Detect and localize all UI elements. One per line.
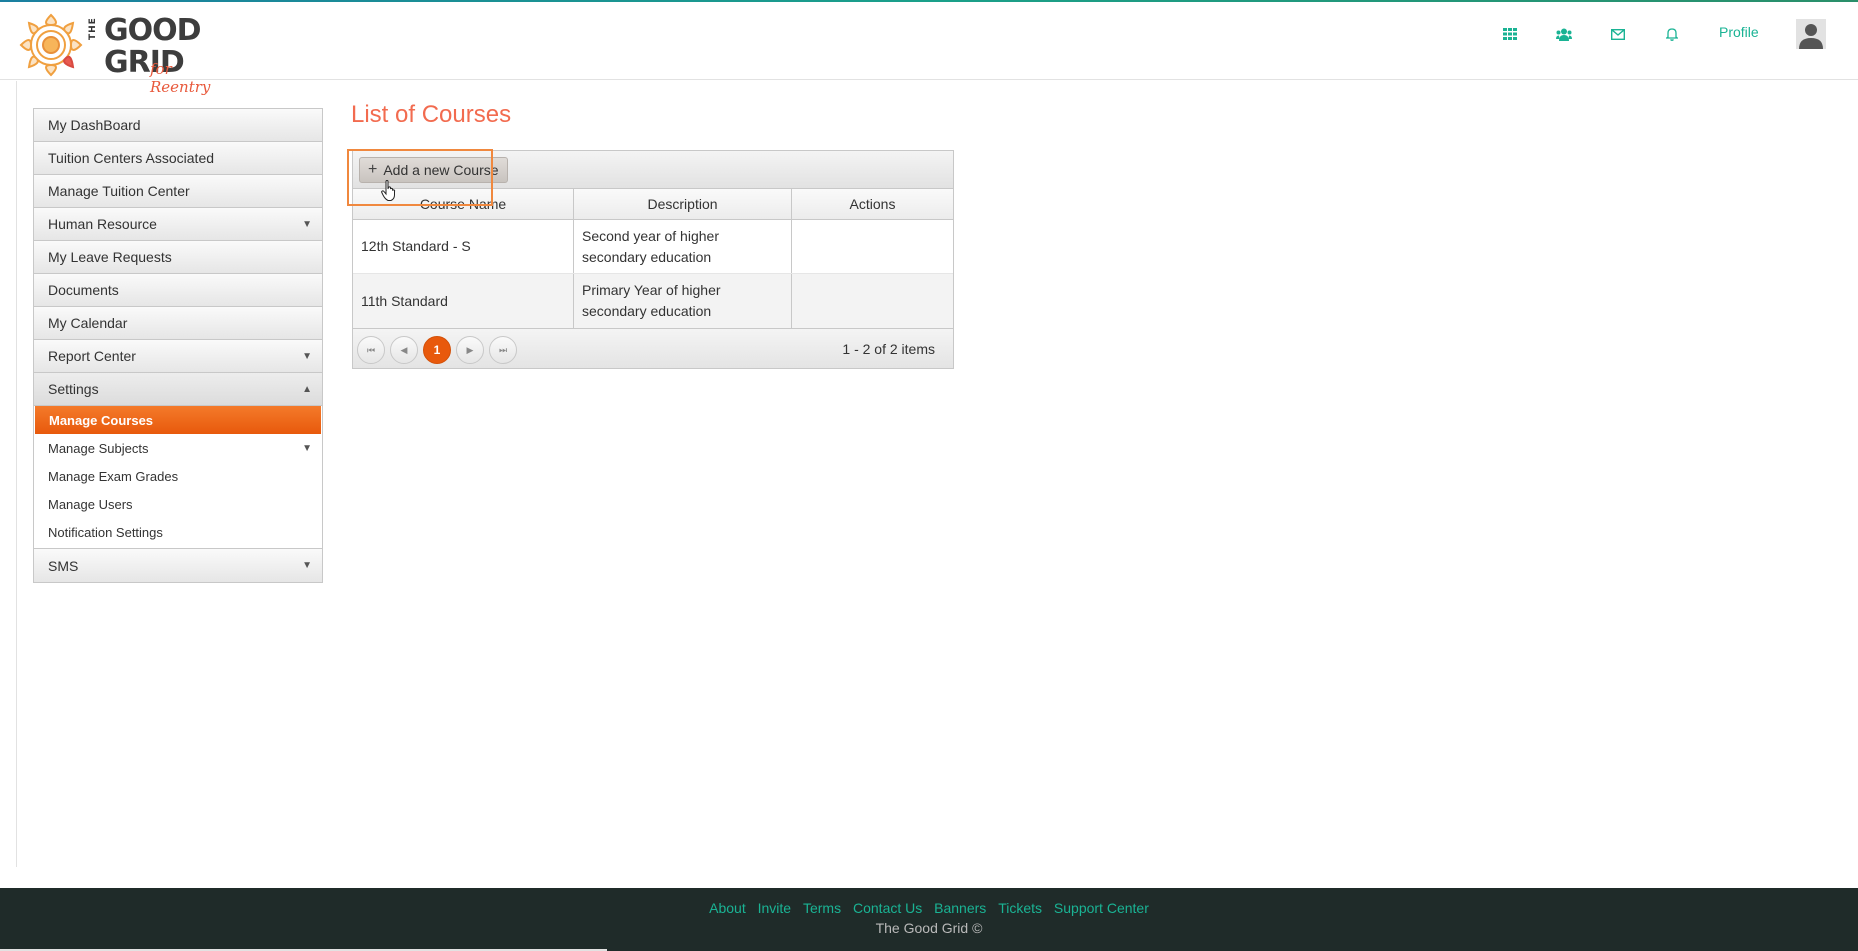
sidebar-item-label: Tuition Centers Associated [48,150,215,166]
column-header-course-name[interactable]: Course Name [353,189,574,219]
footer-link-about[interactable]: About [709,900,746,916]
chevron-down-icon: ▼ [302,351,312,362]
apps-grid-icon[interactable] [1500,24,1520,44]
course-name-cell: 11th Standard [353,274,574,328]
sidebar-subitem-label: Notification Settings [48,524,163,540]
chevron-up-icon: ▲ [302,384,312,395]
next-page-icon[interactable]: ▶ [456,336,484,364]
add-course-label: Add a new Course [383,162,499,178]
plus-icon: + [368,161,378,178]
chevron-down-icon: ▼ [302,219,312,230]
sidebar-item-label: My Leave Requests [48,249,172,265]
sidebar-item-label: My DashBoard [48,117,141,133]
users-icon[interactable] [1554,24,1574,44]
page-title: List of Courses [351,101,512,128]
add-course-button[interactable]: + Add a new Course [359,157,508,183]
app-header: THE GOOD GRID for Reentry Profile [0,2,1858,96]
footer-link-tickets[interactable]: Tickets [998,900,1042,916]
table-row[interactable]: 11th Standard Primary Year of higher sec… [353,274,953,328]
sidebar-item-label: Report Center [48,348,136,364]
logo-the-text: THE [88,17,98,40]
actions-cell [792,220,953,273]
column-header-description[interactable]: Description [574,189,792,219]
last-page-icon[interactable]: ⏭ [489,336,517,364]
footer-link-invite[interactable]: Invite [758,900,791,916]
prev-page-icon[interactable]: ◀ [390,336,418,364]
logo-line1: GOOD [104,13,202,48]
mail-icon[interactable] [1608,24,1628,44]
page-button-current[interactable]: 1 [423,336,451,364]
sidebar-item-label: Human Resource [48,216,157,232]
description-cell: Primary Year of higher secondary educati… [574,274,792,328]
sidebar-subitem-label: Manage Users [48,496,133,512]
avatar[interactable] [1796,19,1826,49]
sidebar-item-label: Manage Tuition Center [48,183,190,199]
sidebar-item-label: Settings [48,381,99,397]
footer-link-terms[interactable]: Terms [803,900,841,916]
sidebar-subitem-label: Manage Courses [49,412,154,428]
first-page-icon[interactable]: ⏮ [357,336,385,364]
footer: About Invite Terms Contact Us Banners Ti… [0,888,1858,951]
sidebar-item-my-calendar[interactable]: My Calendar [34,307,322,340]
table-row[interactable]: 12th Standard - S Second year of higher … [353,220,953,274]
course-name-cell: 12th Standard - S [353,220,574,273]
sidebar-item-label: SMS [48,557,79,574]
sidebar-item-human-resource[interactable]: Human Resource ▼ [34,208,322,241]
sidebar-item-dashboard[interactable]: My DashBoard [34,109,322,142]
courses-grid: + Add a new Course Course Name Descripti… [352,150,954,369]
footer-copyright: The Good Grid © [875,920,983,936]
sidebar-item-settings[interactable]: Settings ▲ [34,373,322,406]
sidebar-item-report-center[interactable]: Report Center ▼ [34,340,322,373]
chevron-down-icon: ▼ [302,443,312,454]
sidebar-subitem-label: Manage Subjects [48,440,149,456]
footer-link-support-center[interactable]: Support Center [1054,900,1149,916]
sidebar-subitem-manage-exam-grades[interactable]: Manage Exam Grades [34,462,322,490]
sidebar-item-sms[interactable]: SMS ▼ [34,549,322,582]
footer-links: About Invite Terms Contact Us Banners Ti… [0,900,1858,916]
logo[interactable]: THE GOOD GRID for Reentry [16,10,236,96]
flower-logo-icon [19,13,83,77]
sidebar-item-tuition-centers-associated[interactable]: Tuition Centers Associated [34,142,322,175]
description-cell: Second year of higher secondary educatio… [574,220,792,273]
profile-link[interactable]: Profile [1719,24,1759,40]
column-header-actions: Actions [849,196,896,212]
sidebar: My DashBoard Tuition Centers Associated … [33,108,323,583]
sidebar-subitem-label: Manage Exam Grades [48,468,179,484]
sidebar-subitem-manage-subjects[interactable]: Manage Subjects ▼ [34,434,322,462]
sidebar-item-label: My Calendar [48,315,128,331]
chevron-down-icon: ▼ [302,560,312,571]
pager: ⏮ ◀ 1 ▶ ⏭ 1 - 2 of 2 items [353,328,953,368]
sidebar-subitem-notification-settings[interactable]: Notification Settings [34,518,322,546]
sidebar-subitem-manage-users[interactable]: Manage Users [34,490,322,518]
sidebar-item-my-leave-requests[interactable]: My Leave Requests [34,241,322,274]
grid-toolbar: + Add a new Course [353,151,953,189]
bell-icon[interactable] [1662,24,1682,44]
sidebar-subitem-manage-courses[interactable]: Manage Courses [35,406,321,434]
footer-link-contact-us[interactable]: Contact Us [853,900,922,916]
pager-info: 1 - 2 of 2 items [842,341,935,357]
grid-header: Course Name Description Actions [353,189,953,220]
sidebar-item-label: Documents [48,282,119,298]
footer-link-banners[interactable]: Banners [934,900,986,916]
settings-submenu: Manage Courses Manage Subjects ▼ Manage … [34,406,322,549]
actions-cell [792,274,953,328]
sidebar-item-manage-tuition-center[interactable]: Manage Tuition Center [34,175,322,208]
sidebar-item-documents[interactable]: Documents [34,274,322,307]
